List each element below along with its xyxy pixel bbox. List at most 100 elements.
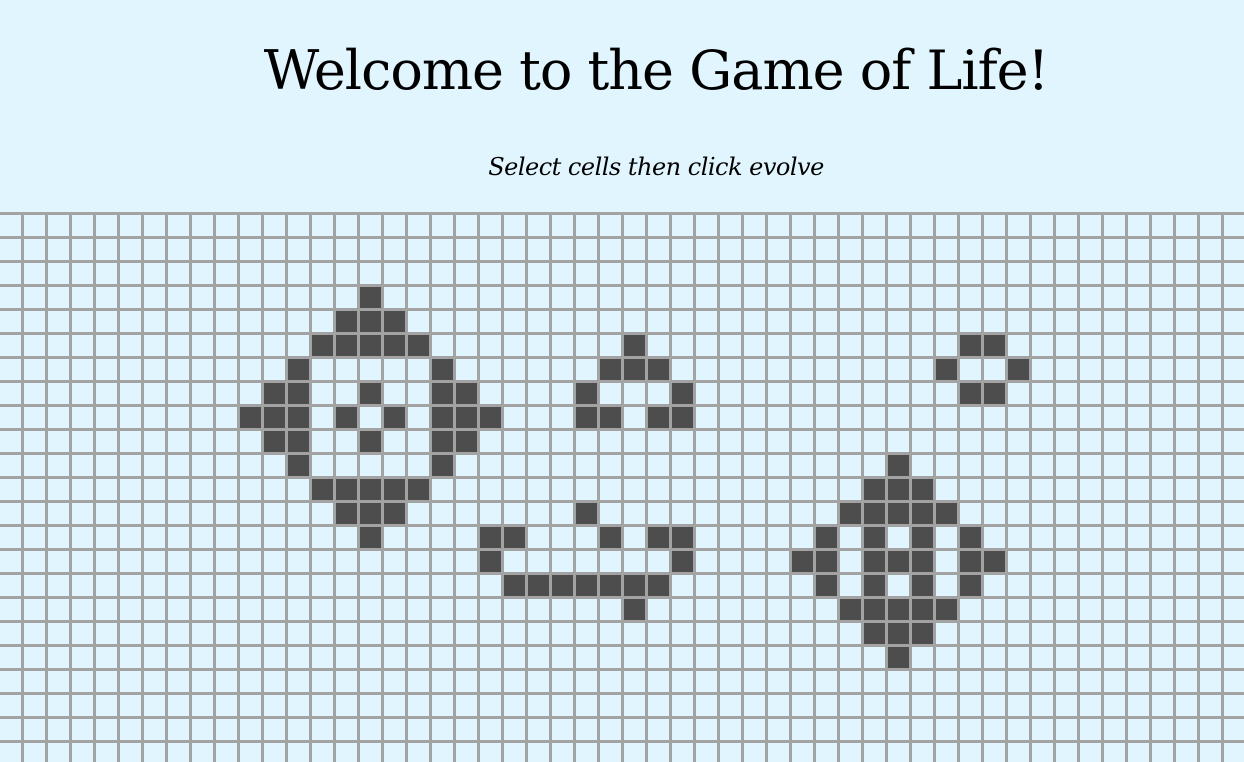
dead-cell[interactable] [549,548,573,572]
dead-cell[interactable] [357,692,381,716]
dead-cell[interactable] [261,620,285,644]
dead-cell[interactable] [21,356,45,380]
dead-cell[interactable] [549,380,573,404]
dead-cell[interactable] [213,332,237,356]
dead-cell[interactable] [621,524,645,548]
dead-cell[interactable] [477,356,501,380]
dead-cell[interactable] [309,380,333,404]
dead-cell[interactable] [789,428,813,452]
dead-cell[interactable] [141,404,165,428]
dead-cell[interactable] [765,500,789,524]
dead-cell[interactable] [1197,380,1221,404]
dead-cell[interactable] [117,356,141,380]
dead-cell[interactable] [693,644,717,668]
dead-cell[interactable] [693,620,717,644]
dead-cell[interactable] [549,308,573,332]
dead-cell[interactable] [501,644,525,668]
dead-cell[interactable] [1005,596,1029,620]
dead-cell[interactable] [261,572,285,596]
dead-cell[interactable] [429,692,453,716]
dead-cell[interactable] [237,740,261,762]
dead-cell[interactable] [405,548,429,572]
dead-cell[interactable] [21,644,45,668]
dead-cell[interactable] [909,284,933,308]
dead-cell[interactable] [21,308,45,332]
alive-cell[interactable] [813,548,837,572]
dead-cell[interactable] [813,668,837,692]
dead-cell[interactable] [261,548,285,572]
dead-cell[interactable] [237,284,261,308]
dead-cell[interactable] [525,236,549,260]
dead-cell[interactable] [1029,524,1053,548]
dead-cell[interactable] [165,332,189,356]
alive-cell[interactable] [1005,356,1029,380]
dead-cell[interactable] [165,212,189,236]
alive-cell[interactable] [573,572,597,596]
dead-cell[interactable] [813,356,837,380]
dead-cell[interactable] [885,284,909,308]
dead-cell[interactable] [21,452,45,476]
dead-cell[interactable] [0,476,21,500]
dead-cell[interactable] [597,212,621,236]
dead-cell[interactable] [837,236,861,260]
dead-cell[interactable] [477,596,501,620]
dead-cell[interactable] [1053,404,1077,428]
dead-cell[interactable] [285,668,309,692]
dead-cell[interactable] [477,332,501,356]
dead-cell[interactable] [261,668,285,692]
alive-cell[interactable] [429,380,453,404]
dead-cell[interactable] [117,524,141,548]
dead-cell[interactable] [189,212,213,236]
dead-cell[interactable] [21,524,45,548]
dead-cell[interactable] [69,644,93,668]
dead-cell[interactable] [21,476,45,500]
dead-cell[interactable] [669,692,693,716]
dead-cell[interactable] [981,284,1005,308]
dead-cell[interactable] [933,620,957,644]
dead-cell[interactable] [909,428,933,452]
alive-cell[interactable] [333,332,357,356]
dead-cell[interactable] [189,260,213,284]
dead-cell[interactable] [717,332,741,356]
dead-cell[interactable] [309,428,333,452]
dead-cell[interactable] [405,596,429,620]
dead-cell[interactable] [1101,428,1125,452]
dead-cell[interactable] [1221,236,1244,260]
dead-cell[interactable] [333,692,357,716]
dead-cell[interactable] [1077,476,1101,500]
dead-cell[interactable] [381,524,405,548]
dead-cell[interactable] [981,356,1005,380]
dead-cell[interactable] [813,644,837,668]
dead-cell[interactable] [525,212,549,236]
dead-cell[interactable] [237,596,261,620]
dead-cell[interactable] [1221,572,1244,596]
dead-cell[interactable] [1197,284,1221,308]
dead-cell[interactable] [549,596,573,620]
dead-cell[interactable] [0,260,21,284]
dead-cell[interactable] [741,212,765,236]
alive-cell[interactable] [333,404,357,428]
dead-cell[interactable] [1149,236,1173,260]
dead-cell[interactable] [621,692,645,716]
dead-cell[interactable] [957,260,981,284]
dead-cell[interactable] [0,308,21,332]
dead-cell[interactable] [885,332,909,356]
dead-cell[interactable] [69,476,93,500]
alive-cell[interactable] [357,500,381,524]
dead-cell[interactable] [1197,620,1221,644]
dead-cell[interactable] [21,380,45,404]
dead-cell[interactable] [237,620,261,644]
dead-cell[interactable] [1029,404,1053,428]
dead-cell[interactable] [501,308,525,332]
dead-cell[interactable] [45,524,69,548]
dead-cell[interactable] [525,332,549,356]
dead-cell[interactable] [165,644,189,668]
dead-cell[interactable] [453,212,477,236]
dead-cell[interactable] [1077,308,1101,332]
alive-cell[interactable] [885,476,909,500]
dead-cell[interactable] [141,548,165,572]
alive-cell[interactable] [909,572,933,596]
dead-cell[interactable] [45,500,69,524]
dead-cell[interactable] [45,620,69,644]
dead-cell[interactable] [765,308,789,332]
